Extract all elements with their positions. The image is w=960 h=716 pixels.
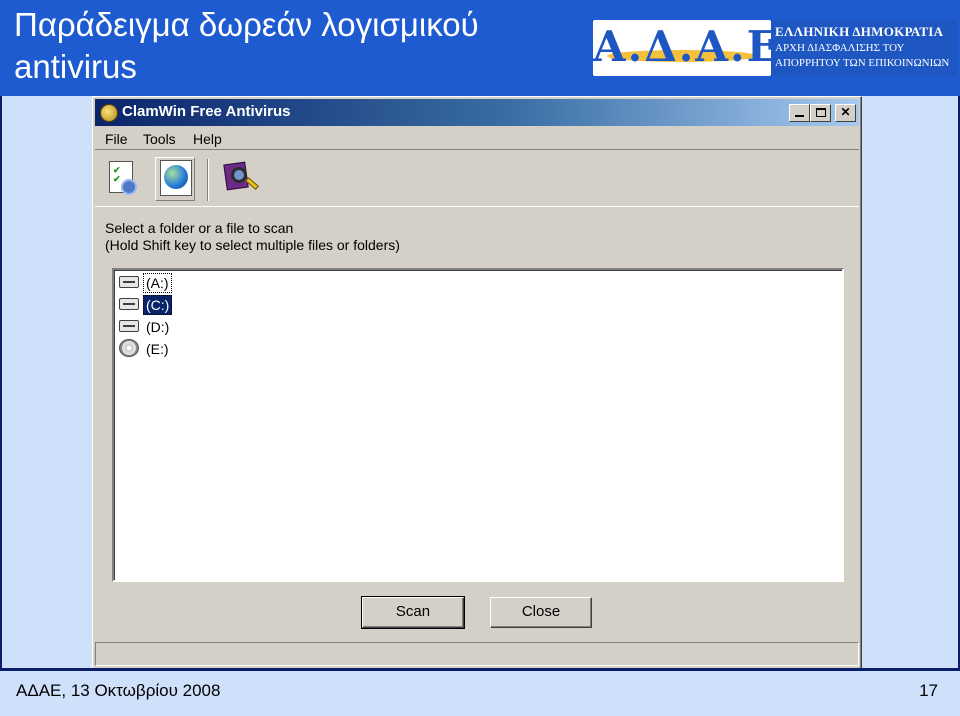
adae-logo-mark: Α.Δ.Α.Ε. bbox=[593, 20, 771, 76]
menu-tools[interactable]: Tools bbox=[143, 131, 176, 148]
minimize-icon bbox=[795, 115, 804, 117]
menu-file[interactable]: File bbox=[105, 131, 128, 148]
logo-text: ΕΛΛΗΝΙΚΗ ΔΗΜΟΚΡΑΤΙΑ ΑΡΧΗ ΔΙΑΣΦΑΛΙΣΗΣ ΤΟΥ… bbox=[775, 23, 955, 71]
hard-drive-icon bbox=[119, 298, 139, 310]
drive-tree[interactable]: (A:) (C:) (D:) (E:) bbox=[112, 268, 844, 582]
tree-item-label: (C:) bbox=[143, 295, 173, 315]
footer-divider bbox=[0, 668, 960, 671]
tree-item-label: (E:) bbox=[146, 341, 169, 357]
preferences-button[interactable]: ✔ ✔ bbox=[103, 157, 143, 201]
instruction-line-2: (Hold Shift key to select multiple files… bbox=[105, 237, 400, 253]
minimize-button[interactable] bbox=[789, 104, 810, 122]
close-icon: ✕ bbox=[840, 105, 851, 119]
close-button[interactable]: Close bbox=[490, 597, 592, 628]
cd-drive-icon bbox=[119, 339, 139, 357]
maximize-button[interactable] bbox=[810, 104, 831, 122]
scan-memory-button[interactable] bbox=[219, 157, 259, 201]
adae-logo: Α.Δ.Α.Ε. ΕΛΛΗΝΙΚΗ ΔΗΜΟΚΡΑΤΙΑ ΑΡΧΗ ΔΙΑΣΦΑ… bbox=[593, 20, 957, 76]
clamwin-app-icon[interactable] bbox=[100, 104, 118, 122]
globe-icon bbox=[164, 165, 188, 189]
close-window-button[interactable]: ✕ bbox=[835, 104, 856, 122]
hard-drive-icon bbox=[119, 320, 139, 332]
clamwin-window: ClamWin Free Antivirus ✕ File Tools Help… bbox=[92, 96, 862, 670]
update-virus-db-button[interactable] bbox=[155, 157, 195, 201]
logo-line-1: ΕΛΛΗΝΙΚΗ ΔΗΜΟΚΡΑΤΙΑ bbox=[775, 24, 944, 39]
tree-item-label: (D:) bbox=[146, 319, 170, 335]
footer-text: ΑΔΑΕ, 13 Οκτωβρίου 2008 bbox=[16, 681, 221, 700]
instruction-line-1: Select a folder or a file to scan bbox=[105, 220, 294, 236]
gear-icon bbox=[121, 179, 137, 195]
scan-button[interactable]: Scan bbox=[361, 596, 465, 629]
slide-header: Παράδειγμα δωρεάν λογισμικού antivirus Α… bbox=[0, 0, 960, 96]
logo-line-3: ΑΠΟΡΡΗΤΟΥ ΤΩΝ ΕΠΙΚΟΙΝΩΝΙΩΝ bbox=[775, 57, 950, 69]
floppy-drive-icon bbox=[119, 276, 139, 288]
check-icon: ✔ bbox=[113, 174, 121, 184]
window-title: ClamWin Free Antivirus bbox=[122, 103, 291, 120]
title-bar[interactable]: ClamWin Free Antivirus ✕ bbox=[95, 99, 859, 126]
toolbar-separator bbox=[207, 159, 209, 201]
logo-line-2: ΑΡΧΗ ΔΙΑΣΦΑΛΙΣΗΣ ΤΟΥ bbox=[775, 42, 905, 54]
menu-bar: File Tools Help bbox=[95, 128, 859, 150]
page-number: 17 bbox=[919, 681, 938, 700]
menu-help[interactable]: Help bbox=[193, 131, 222, 148]
status-bar bbox=[95, 642, 859, 666]
toolbar: ✔ ✔ bbox=[95, 153, 859, 207]
tree-item-label: (A:) bbox=[143, 273, 172, 293]
update-globe-icon bbox=[160, 160, 192, 196]
maximize-icon bbox=[816, 108, 826, 117]
slide-title: Παράδειγμα δωρεάν λογισμικού antivirus bbox=[14, 6, 479, 85]
logo-mark-text: Α.Δ.Α.Ε. bbox=[593, 22, 771, 71]
